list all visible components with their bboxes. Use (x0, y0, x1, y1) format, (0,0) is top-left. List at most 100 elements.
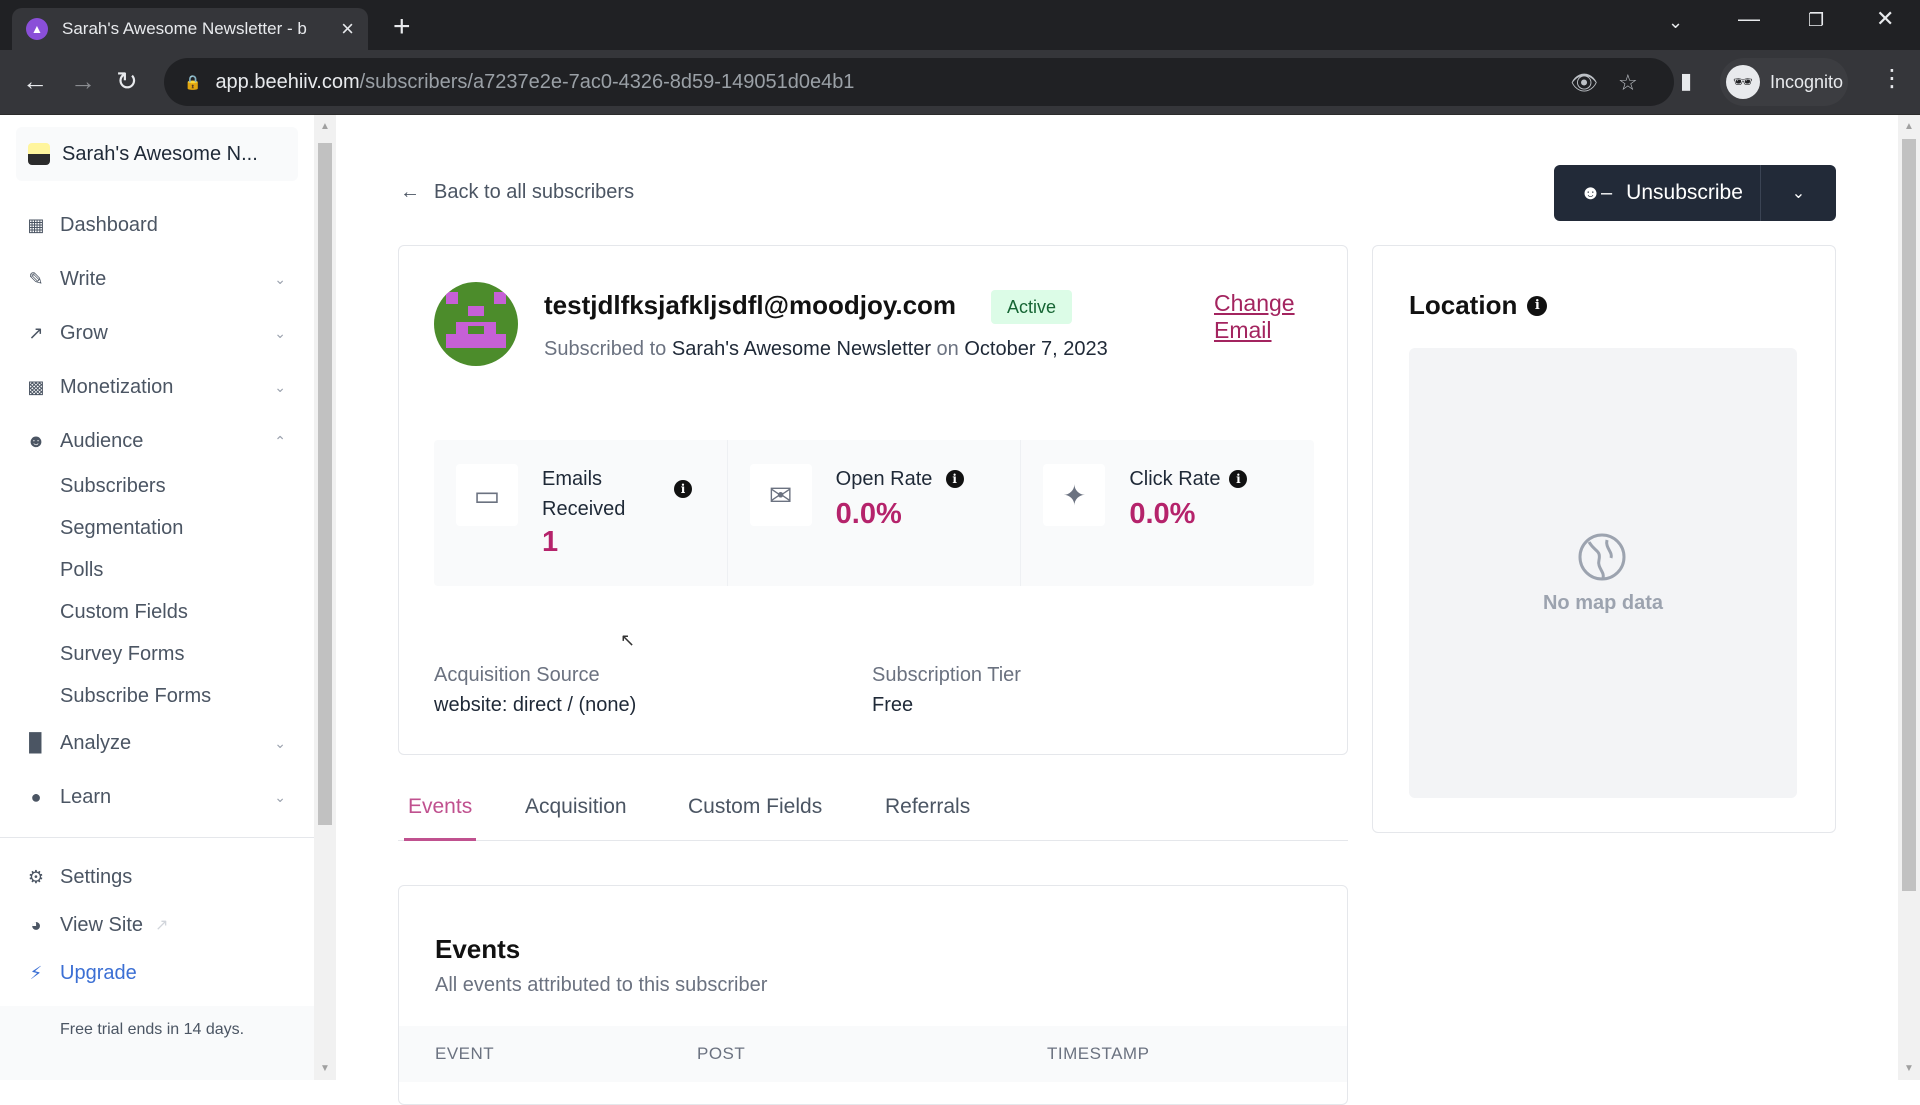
publication-switcher[interactable]: Sarah's Awesome N... (16, 127, 298, 181)
unsubscribe-button[interactable]: ☻– Unsubscribe (1554, 165, 1761, 221)
gear-icon: ⚙ (27, 866, 45, 887)
sidebar-item-view-site[interactable]: ◕ View Site ↗ (24, 907, 286, 943)
subscribed-date: October 7, 2023 (964, 338, 1108, 360)
tab-search-icon[interactable]: ⌄ (1668, 12, 1683, 33)
beehiiv-favicon-icon: ▲ (26, 18, 48, 40)
incognito-profile-button[interactable]: 🕶 Incognito (1720, 58, 1848, 106)
sidebar-item-dashboard[interactable]: ▦ Dashboard (24, 207, 286, 243)
url-host: app.beehiiv.com (215, 70, 360, 93)
sidebar-item-label: Learn (60, 785, 112, 808)
sidebar-item-monetization[interactable]: ▩ Monetization ⌄ (24, 369, 286, 405)
subscribed-prefix: Subscribed to (544, 338, 667, 360)
sidebar-item-write[interactable]: ✎ Write ⌄ (24, 261, 286, 297)
scroll-down-icon[interactable]: ▼ (320, 1063, 330, 1074)
browser-toolbar: ← → ↻ 🔒 app.beehiiv.com/subscribers/a723… (0, 50, 1920, 115)
lock-icon: 🔒 (184, 73, 202, 90)
sidebar-subitem-subscribe-forms[interactable]: Subscribe Forms (60, 685, 211, 708)
close-tab-icon[interactable]: × (341, 16, 354, 42)
publication-name: Sarah's Awesome Newsletter (671, 338, 931, 360)
tab-acquisition[interactable]: Acquisition (525, 795, 627, 841)
bookmark-star-icon[interactable]: ☆ (1618, 70, 1638, 96)
sidebar-item-learn[interactable]: ● Learn ⌄ (24, 779, 286, 815)
browser-tab[interactable]: ▲ Sarah's Awesome Newsletter - b × (12, 8, 368, 50)
tab-custom-fields[interactable]: Custom Fields (688, 795, 822, 841)
address-bar[interactable]: 🔒 app.beehiiv.com/subscribers/a7237e2e-7… (164, 58, 1674, 106)
sidebar-subitem-polls[interactable]: Polls (60, 559, 103, 582)
sidebar-item-upgrade[interactable]: ⚡ Upgrade (24, 955, 286, 991)
sidebar-item-label: Settings (60, 865, 133, 888)
sidebar-subitem-custom-fields[interactable]: Custom Fields (60, 601, 188, 624)
publication-name: Sarah's Awesome N... (62, 142, 258, 165)
sidebar-item-label: View Site (60, 913, 144, 936)
subscriber-profile-card: testjdlfksjafkljsdfl@moodjoy.com Active … (398, 245, 1348, 755)
on-text: on (936, 338, 959, 360)
sidebar-scrollbar[interactable]: ▲ ▼ (314, 115, 336, 1080)
globe-icon: ◕ (30, 914, 42, 935)
reload-button[interactable]: ↻ (116, 66, 138, 97)
stat-value: 0.0% (1129, 498, 1196, 530)
mouse-cursor-icon: ↖ (620, 630, 636, 650)
tab-referrals[interactable]: Referrals (885, 795, 970, 841)
sidebar: Sarah's Awesome N... ▦ Dashboard ✎ Write… (0, 115, 314, 1080)
publication-logo (28, 143, 50, 165)
close-window-button[interactable]: ✕ (1876, 6, 1894, 32)
acquisition-source-label: Acquisition Source (434, 664, 600, 686)
new-tab-button[interactable]: + (393, 10, 411, 44)
sidebar-item-analyze[interactable]: ▉ Analyze ⌄ (24, 725, 286, 761)
lightbulb-icon: ● (30, 786, 42, 807)
main-scrollbar[interactable]: ▲ ▼ (1898, 115, 1920, 1080)
globe-icon (1578, 533, 1626, 581)
column-header-post: POST (697, 1044, 746, 1063)
url-path: /subscribers/a7237e2e-7ac0-4326-8d59-149… (359, 70, 855, 93)
scroll-down-icon[interactable]: ▼ (1904, 1063, 1914, 1074)
stat-value: 1 (542, 526, 559, 558)
chevron-down-icon: ⌄ (274, 270, 286, 287)
back-to-subscribers-link[interactable]: ← Back to all subscribers (400, 181, 634, 204)
browser-menu-icon[interactable]: ⋮ (1880, 64, 1904, 93)
sidebar-subitem-subscribers[interactable]: Subscribers (60, 475, 166, 498)
minimize-button[interactable]: — (1738, 6, 1760, 32)
sidebar-scroll-thumb[interactable] (318, 143, 332, 825)
sidebar-item-audience[interactable]: ☻ Audience ⌃ (24, 423, 286, 459)
side-panel-icon[interactable]: ▮ (1680, 68, 1692, 94)
change-email-link[interactable]: Change Email (1214, 290, 1347, 344)
eye-off-icon[interactable]: 👁 (1570, 70, 1598, 96)
scroll-up-icon[interactable]: ▲ (320, 121, 330, 132)
forward-button[interactable]: → (70, 66, 96, 97)
info-icon[interactable]: i (1527, 295, 1548, 316)
status-badge: Active (991, 290, 1073, 324)
location-card: Location i No map data (1372, 245, 1836, 833)
info-icon[interactable]: i (1229, 470, 1248, 488)
sidebar-subitem-survey-forms[interactable]: Survey Forms (60, 643, 184, 666)
bar-chart-icon: ▉ (29, 732, 43, 753)
back-button[interactable]: ← (22, 66, 48, 97)
main-scroll-thumb[interactable] (1902, 139, 1916, 891)
unsubscribe-dropdown-chevron-icon[interactable]: ⌄ (1761, 183, 1836, 203)
info-icon[interactable]: i (945, 470, 964, 488)
back-link-label: Back to all subscribers (434, 181, 635, 203)
main-content: ← Back to all subscribers ☻– Unsubscribe… (336, 115, 1898, 1105)
stat-value: 0.0% (835, 498, 902, 530)
map-placeholder: No map data (1409, 348, 1797, 798)
sidebar-subitem-segmentation[interactable]: Segmentation (60, 517, 183, 540)
stat-open-rate: ✉ Open Rate i 0.0% (728, 440, 1022, 586)
incognito-icon: 🕶 (1726, 65, 1760, 99)
sidebar-item-settings[interactable]: ⚙ Settings (24, 859, 286, 895)
sidebar-item-label: Audience (60, 429, 144, 452)
unsubscribe-button-group: ☻– Unsubscribe ⌄ (1554, 165, 1836, 221)
sidebar-item-grow[interactable]: ↗ Grow ⌄ (24, 315, 286, 351)
tab-events[interactable]: Events (404, 795, 477, 841)
sidebar-item-label: Grow (60, 321, 108, 344)
events-subtitle: All events attributed to this subscriber (435, 974, 768, 996)
stats-panel: ▭ Emails Received i 1 ✉ Open Rate i 0.0%… (434, 440, 1314, 586)
open-envelope-icon: ✉ (749, 464, 812, 526)
info-icon[interactable]: i (674, 480, 692, 498)
scroll-up-icon[interactable]: ▲ (1904, 121, 1914, 132)
restore-button[interactable]: ❐ (1808, 10, 1824, 31)
subscription-info: Subscribed to Sarah's Awesome Newsletter… (544, 338, 1108, 361)
chevron-down-icon: ⌄ (274, 734, 286, 751)
external-link-icon: ↗ (155, 917, 169, 934)
chevron-down-icon: ⌄ (274, 378, 286, 395)
money-icon: ▩ (27, 376, 45, 397)
stat-click-rate: ✦ Click Rate i 0.0% (1021, 440, 1314, 586)
